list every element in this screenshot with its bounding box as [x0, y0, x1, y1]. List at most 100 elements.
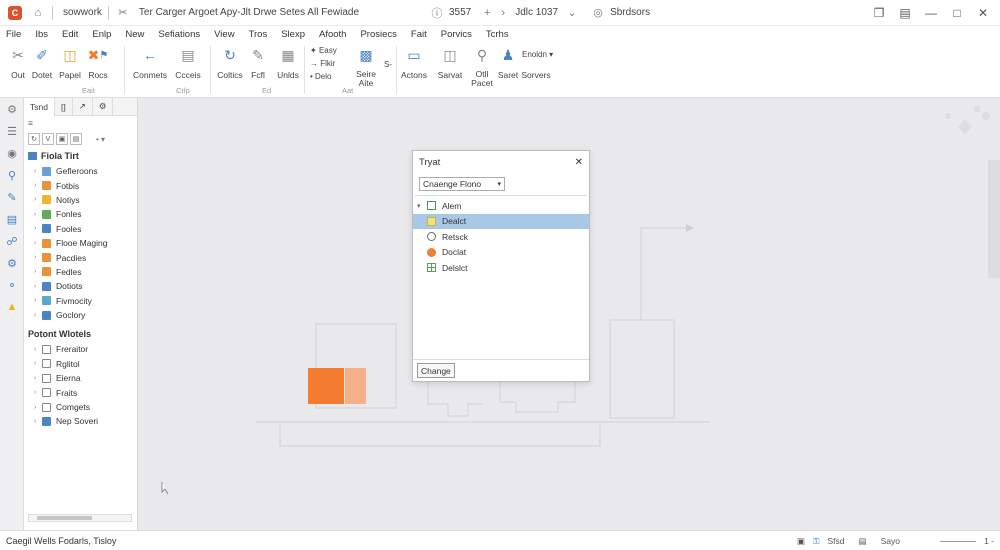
close-icon[interactable]: ✕ [972, 2, 994, 24]
list-icon[interactable]: ▤ [70, 133, 82, 145]
tree-item[interactable]: › Gefleroons [24, 164, 137, 178]
tree-item[interactable]: › Comgets [24, 400, 137, 414]
tree-item[interactable]: › Fotbis [24, 178, 137, 192]
page-icon[interactable]: ▤ [859, 536, 867, 547]
ribbon-button-seire[interactable]: ▩ Seire Aite [348, 46, 384, 88]
menu-item-tree[interactable]: Tros [249, 29, 268, 40]
expand-arrow-icon[interactable]: › [34, 182, 42, 189]
expand-arrow-icon[interactable]: › [34, 404, 42, 411]
menu-item-about[interactable]: Afooth [319, 29, 346, 40]
diagram-block-orange[interactable] [308, 368, 344, 404]
tree-item[interactable]: › Fonles [24, 207, 137, 221]
filter-v-icon[interactable]: V [42, 133, 54, 145]
ribbon-button-sarvat[interactable]: ◫ Sarvat [432, 46, 468, 81]
chevron-right-icon[interactable]: › [495, 5, 511, 21]
chevron-down-icon[interactable]: • ▾ [96, 135, 105, 144]
menu-item-help[interactable]: Enlp [92, 29, 111, 40]
ribbon-button-conmets[interactable]: ← Conmets [132, 46, 168, 80]
menu-item-services[interactable]: Porvics [441, 29, 472, 40]
menu-item-fait[interactable]: Fait [411, 29, 427, 40]
expand-arrow-icon[interactable]: › [34, 254, 42, 261]
diagram-block[interactable] [609, 319, 675, 419]
menu-item-file[interactable]: File [6, 29, 21, 40]
expand-arrow-icon[interactable]: › [34, 312, 42, 319]
search-icon[interactable]: ⚲ [0, 164, 24, 186]
user-icon[interactable]: ◎ [590, 5, 606, 21]
minimize-icon[interactable]: — [920, 2, 942, 24]
tree-item[interactable]: › Fooles [24, 222, 137, 236]
close-icon[interactable]: ✕ [575, 157, 583, 168]
ribbon-button-unlds[interactable]: ▦ Unlds [270, 46, 306, 81]
tree-item[interactable]: › Nep Soveri [24, 414, 137, 428]
diagram-block-orange-light[interactable] [345, 368, 366, 404]
tree-item[interactable]: › Fraits [24, 385, 137, 399]
tree-item[interactable]: › Notiys [24, 193, 137, 207]
tree-item[interactable]: › Eierna [24, 371, 137, 385]
scrollbar-thumb[interactable] [37, 516, 92, 520]
copy-icon[interactable]: ▣ [797, 536, 805, 547]
node-icon[interactable]: ◉ [0, 142, 24, 164]
expand-arrow-icon[interactable]: › [34, 225, 42, 232]
menu-item-new[interactable]: New [125, 29, 144, 40]
ribbon-small-s[interactable]: S- [384, 60, 392, 69]
tree-item[interactable]: › Goclory [24, 308, 137, 322]
tree-item[interactable]: › Freraitor [24, 342, 137, 356]
menu-item-tools[interactable]: Tcrhs [486, 29, 509, 40]
link-icon[interactable]: ☍ [0, 230, 24, 252]
menu-item-processes[interactable]: Prosiecs [360, 29, 396, 40]
chevron-down-icon[interactable]: ⌄ [564, 5, 580, 21]
refresh-icon[interactable]: ↻ [28, 133, 40, 145]
expand-arrow-icon[interactable]: › [34, 211, 42, 218]
change-select[interactable]: Cnaenge Flono ▾ [419, 177, 505, 191]
expand-arrow-icon[interactable]: › [34, 375, 42, 382]
menu-item-view[interactable]: View [214, 29, 234, 40]
plus-icon[interactable]: + [479, 5, 495, 21]
ribbon-button-ccceis[interactable]: ▤ Ccceis [170, 46, 206, 81]
warning-icon[interactable]: ▲ [0, 296, 24, 318]
ribbon-small-c[interactable]: • Delo [310, 72, 331, 81]
tree-item[interactable]: › Fivmocity [24, 294, 137, 308]
lock-icon[interactable]: ⚿ [813, 536, 819, 547]
attach-icon[interactable]: ⚬ [0, 274, 24, 296]
expand-arrow-icon[interactable]: › [34, 360, 42, 367]
ribbon-small-a[interactable]: ✦ Easy [310, 46, 337, 55]
ribbon-button-actons[interactable]: ▭ Actons [396, 46, 432, 81]
expand-arrow-icon[interactable]: › [34, 389, 42, 396]
folder-icon[interactable]: ▤ [0, 208, 24, 230]
tree-item[interactable]: › Dotiots [24, 279, 137, 293]
expand-arrow-icon[interactable]: › [34, 418, 42, 425]
tree-section-header[interactable]: Potont Wlotels [24, 326, 137, 342]
tree-item[interactable]: › Pacdies [24, 250, 137, 264]
dialog-list-item[interactable]: ▾ Alem [413, 198, 589, 214]
menu-item-steps[interactable]: Slexp [281, 29, 305, 40]
expand-arrow-icon[interactable]: › [34, 240, 42, 247]
dialog-list-item[interactable]: Delslct [413, 260, 589, 276]
tree-item[interactable]: › Flooe Maging [24, 236, 137, 250]
ribbon-small-b[interactable]: → Flkir [310, 59, 335, 68]
expand-arrow-icon[interactable]: › [34, 168, 42, 175]
tree-section-header[interactable]: Fiola Tirt [24, 148, 137, 164]
expand-arrow-icon[interactable]: › [34, 283, 42, 290]
gear-icon[interactable]: ⚙ [0, 252, 24, 274]
menu-item-selections[interactable]: Sefiations [158, 29, 200, 40]
home-icon[interactable]: ⌂ [30, 5, 46, 21]
dialog-list-item[interactable]: Retsck [413, 229, 589, 245]
menu-item-edit[interactable]: Edit [62, 29, 78, 40]
tool-icon[interactable]: ⚙ [0, 98, 24, 120]
horizontal-scrollbar[interactable] [28, 514, 132, 522]
box-icon[interactable]: ▣ [56, 133, 68, 145]
ribbon-button-rocs[interactable]: ✖ ⚑ Rocs [80, 46, 116, 81]
menu-item-2[interactable]: Ibs [35, 29, 48, 40]
expand-arrow-icon[interactable]: › [34, 196, 42, 203]
dialog-list-item[interactable]: Dealct [413, 213, 589, 229]
dialog-list-item[interactable]: Doclat [413, 245, 589, 261]
restore-icon[interactable]: ▤ [894, 2, 916, 24]
tab-arrow[interactable]: ↗ [73, 97, 93, 116]
change-button[interactable]: Change [417, 363, 455, 378]
settings-icon[interactable]: ☰ [0, 120, 24, 142]
expand-arrow-icon[interactable]: › [34, 297, 42, 304]
filter-row[interactable]: ≡ [24, 116, 137, 130]
ribbon-button-sorvers[interactable]: . Sorvers [518, 46, 554, 80]
cut-icon[interactable]: ✂ [115, 5, 131, 21]
pen-icon[interactable]: ✎ [0, 186, 24, 208]
